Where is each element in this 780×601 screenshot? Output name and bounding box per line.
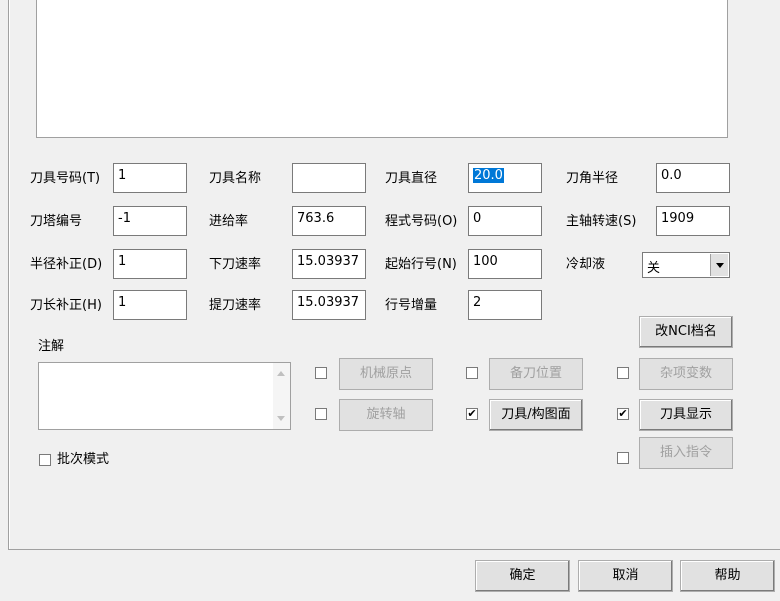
scroll-down-icon[interactable] (277, 416, 285, 421)
start-seq-field[interactable]: 100 (468, 249, 542, 279)
tool-plane-button[interactable]: 刀具/构图面 (489, 399, 583, 431)
radius-comp-field[interactable]: 1 (113, 249, 187, 279)
rotary-axis-button[interactable]: 旋转轴 (339, 399, 433, 431)
program-number-field[interactable]: 0 (468, 206, 542, 236)
label-tool-number: 刀具号码(T) (30, 171, 101, 186)
corner-radius-field[interactable]: 0.0 (656, 163, 730, 193)
tool-display-button[interactable]: 刀具显示 (639, 399, 733, 431)
scroll-up-icon[interactable] (277, 371, 285, 376)
label-retract-rate: 提刀速率 (209, 298, 262, 313)
retract-rate-field[interactable]: 15.03937 (292, 290, 366, 320)
tool-display-checkbox[interactable]: ✔ (617, 408, 629, 420)
coolant-value: 关 (647, 261, 661, 276)
tool-display-check-mark: ✔ (618, 407, 628, 420)
label-turret-number: 刀塔编号 (30, 214, 83, 229)
label-tool-diameter: 刀具直径 (385, 171, 438, 186)
spindle-speed-field[interactable]: 1909 (656, 206, 730, 236)
dialog-bottom-border (8, 549, 780, 550)
tool-number-field[interactable]: 1 (113, 163, 187, 193)
comment-textarea[interactable] (38, 362, 291, 430)
batch-mode-checkbox[interactable] (39, 454, 51, 466)
help-button[interactable]: 帮助 (680, 560, 775, 592)
spare-position-button[interactable]: 备刀位置 (489, 358, 583, 390)
turret-number-field[interactable]: -1 (113, 206, 187, 236)
label-comment: 注解 (38, 339, 65, 354)
tool-plane-check-mark: ✔ (467, 407, 477, 420)
label-start-seq: 起始行号(N) (385, 257, 457, 272)
label-length-comp: 刀长补正(H) (30, 298, 102, 313)
label-coolant: 冷却液 (566, 257, 606, 272)
seq-increment-field[interactable]: 2 (468, 290, 542, 320)
tool-name-field[interactable] (292, 163, 366, 193)
tool-diameter-field[interactable]: 20.0 (468, 163, 542, 193)
rotary-axis-checkbox[interactable] (315, 408, 327, 420)
label-tool-name: 刀具名称 (209, 171, 262, 186)
label-plunge-rate: 下刀速率 (209, 257, 262, 272)
tool-list-box[interactable] (36, 0, 728, 138)
label-seq-increment: 行号增量 (385, 298, 438, 313)
insert-command-checkbox[interactable] (617, 452, 629, 464)
dialog-left-border (8, 0, 10, 550)
misc-values-button[interactable]: 杂项变数 (639, 358, 733, 390)
machine-origin-button[interactable]: 机械原点 (339, 358, 433, 390)
plunge-rate-field[interactable]: 15.03937 (292, 249, 366, 279)
label-feed-rate: 进给率 (209, 214, 249, 229)
tool-plane-checkbox[interactable]: ✔ (466, 408, 478, 420)
label-radius-comp: 半径补正(D) (30, 257, 103, 272)
misc-values-checkbox[interactable] (617, 367, 629, 379)
label-spindle-speed: 主轴转速(S) (566, 214, 637, 229)
cancel-button[interactable]: 取消 (578, 560, 673, 592)
change-nci-button[interactable]: 改NCI档名 (639, 316, 733, 348)
length-comp-field[interactable]: 1 (113, 290, 187, 320)
machine-origin-checkbox[interactable] (315, 367, 327, 379)
spare-position-checkbox[interactable] (466, 367, 478, 379)
ok-button[interactable]: 确定 (475, 560, 570, 592)
label-corner-radius: 刀角半径 (566, 171, 619, 186)
insert-command-button[interactable]: 插入指令 (639, 437, 733, 469)
batch-mode-label: 批次模式 (57, 452, 110, 467)
coolant-select[interactable]: 关 (642, 252, 730, 278)
label-program-number: 程式号码(O) (385, 214, 458, 229)
feed-rate-field[interactable]: 763.6 (292, 206, 366, 236)
tool-diameter-selected-text: 20.0 (473, 168, 504, 183)
chevron-down-icon[interactable] (710, 254, 728, 276)
comment-scrollbar[interactable] (273, 363, 290, 429)
